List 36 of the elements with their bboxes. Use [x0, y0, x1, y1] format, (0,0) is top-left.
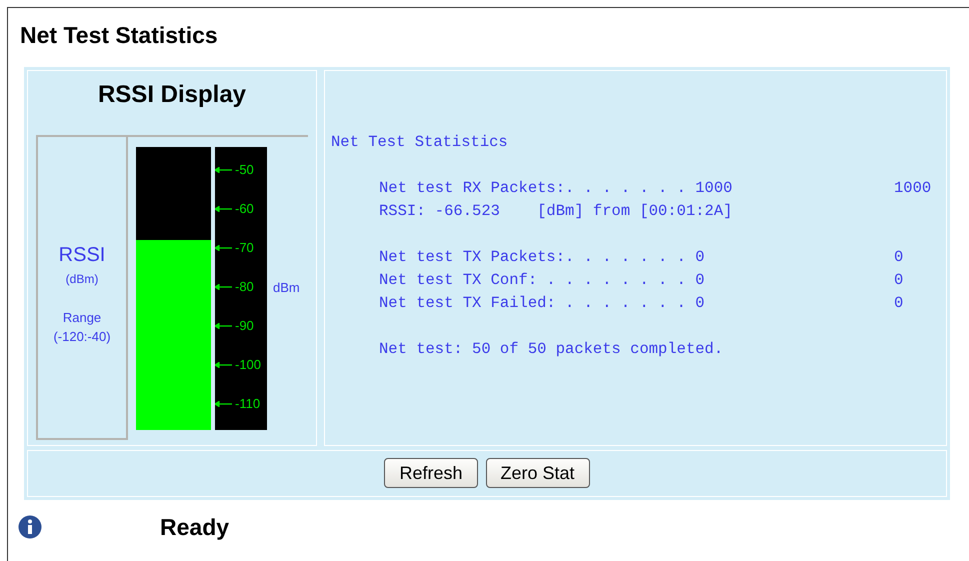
stat-value: 0: [894, 246, 904, 268]
stat-label: RSSI: -66.523 [dBm] from [00:01:2A]: [379, 200, 734, 222]
tick-label: -80: [235, 278, 254, 296]
tick-arrow-icon: [215, 284, 233, 290]
stat-value: 0: [894, 270, 904, 290]
tick-arrow-icon: [215, 323, 233, 329]
action-button[interactable]: Zero Stat: [486, 458, 590, 488]
panel-title: RSSI Display: [96, 80, 248, 110]
tick-label: -100: [235, 356, 262, 374]
stat-label: Net test TX Failed: . . . . . . . 0: [379, 292, 706, 314]
tick-label: -110: [235, 395, 260, 414]
stat-label: Net test TX Packets:. . . . . . . 0: [379, 246, 706, 268]
tick-label: -90: [235, 317, 254, 336]
page-title: Net Test Statistics: [20, 21, 219, 50]
stats-heading: Net Test Statistics: [331, 132, 509, 152]
stat-value: 0: [894, 292, 904, 314]
stat-label: Net test: 50 of 50 packets completed.: [379, 338, 724, 360]
range-value: (-120:-40): [53, 328, 111, 346]
stat-label: Net test TX Conf: . . . . . . . . 0: [379, 270, 706, 290]
stat-value: 1000: [894, 178, 932, 198]
status-text: Ready: [160, 512, 230, 542]
tick-arrow-icon: [215, 245, 233, 251]
action-button[interactable]: Refresh: [384, 458, 478, 488]
range-label: Range: [62, 308, 102, 327]
tick-label: -50: [235, 161, 254, 180]
scale-unit: dBm: [273, 279, 300, 298]
stat-label: Net test RX Packets:. . . . . . . 1000: [379, 178, 734, 198]
tick-label: -70: [235, 239, 254, 258]
unit-label: (dBm): [66, 270, 98, 288]
tick-arrow-icon: [215, 401, 233, 407]
tick-arrow-icon: [215, 206, 233, 212]
meter-label: RSSI: [58, 242, 106, 268]
info-icon: [18, 514, 42, 539]
tick-label: -60: [235, 200, 254, 218]
tick-arrow-icon: [215, 362, 233, 368]
tick-arrow-icon: [215, 167, 233, 173]
